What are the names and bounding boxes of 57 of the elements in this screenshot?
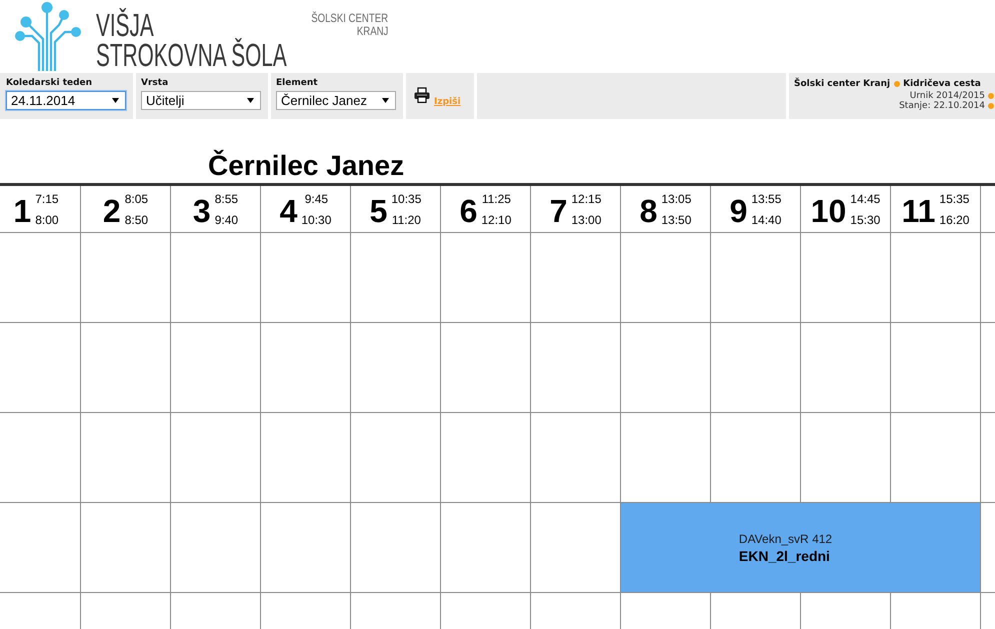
lesson-room: 412 <box>812 532 832 546</box>
period-number: 5 <box>370 196 388 226</box>
period-end-time: 13:00 <box>571 212 602 228</box>
period-number: 10 <box>810 196 846 226</box>
period-end-time: 12:10 <box>481 212 512 228</box>
filter-label: Element <box>276 78 318 89</box>
period-start-time: 11:25 <box>482 190 511 208</box>
logo-title: STROKOVNA ŠOLA <box>96 40 287 70</box>
period-number: 2 <box>102 196 121 226</box>
period-start-time: 14:45 <box>850 190 880 208</box>
period-end-time: 11:20 <box>392 212 421 228</box>
info-text: Urnik 2014/2015 <box>910 91 985 101</box>
caret-icon <box>247 98 254 103</box>
period-start-time: 9:45 <box>304 190 328 208</box>
period-end-time: 13:50 <box>661 212 692 228</box>
info-text: Kidričeva cesta <box>903 79 981 89</box>
school-name: KRANJ <box>356 25 388 38</box>
lesson-group: EKN_2l_redni <box>738 546 832 564</box>
period-number: 8 <box>640 196 658 226</box>
period-number: 3 <box>192 196 211 226</box>
period-start-time: 15:35 <box>939 190 970 208</box>
info-text: Šolski center Kranj <box>794 79 890 89</box>
period-start-time: 7:15 <box>35 190 59 208</box>
info-text: Stanje: 22.10.2014 <box>899 101 985 111</box>
filter-label: Koledarski teden <box>6 78 92 89</box>
period-number: 4 <box>280 196 298 226</box>
timetable-title: Černilec Janez <box>208 149 404 183</box>
caret-icon <box>382 98 389 103</box>
lesson-subject: DAVekn_svR <box>738 532 809 546</box>
period-end-time: 8:00 <box>35 212 59 228</box>
printer-icon[interactable] <box>414 87 430 103</box>
period-number: 9 <box>730 196 748 226</box>
period-start-time: 13:55 <box>751 190 782 208</box>
period-number: 11 <box>902 196 936 226</box>
dot-icon <box>894 81 900 87</box>
period-start-time: 13:05 <box>661 190 692 208</box>
period-start-time: 8:05 <box>124 190 148 208</box>
period-number: 6 <box>460 196 478 226</box>
period-end-time: 15:30 <box>850 212 880 228</box>
period-end-time: 14:40 <box>751 212 782 228</box>
dropdown[interactable]: Učitelji <box>141 91 261 110</box>
logo-tree-icon <box>15 2 81 71</box>
period-end-time: 9:40 <box>214 212 238 228</box>
period-end-time: 10:30 <box>301 212 332 228</box>
dropdown[interactable]: 24.11.2014 <box>6 91 126 110</box>
period-end-time: 16:20 <box>939 212 970 228</box>
period-end-time: 8:50 <box>124 212 148 228</box>
period-start-time: 8:55 <box>214 190 238 208</box>
period-number: 7 <box>550 196 568 226</box>
school-name: ŠOLSKI CENTER <box>311 12 388 25</box>
period-start-time: 12:15 <box>571 190 602 208</box>
period-number: 1 <box>13 196 32 226</box>
caret-icon <box>112 98 119 103</box>
dropdown[interactable]: Černilec Janez <box>276 91 396 110</box>
logo-title: VIŠJA <box>96 10 154 40</box>
period-start-time: 10:35 <box>391 190 422 208</box>
filter-label: Vrsta <box>141 78 168 89</box>
